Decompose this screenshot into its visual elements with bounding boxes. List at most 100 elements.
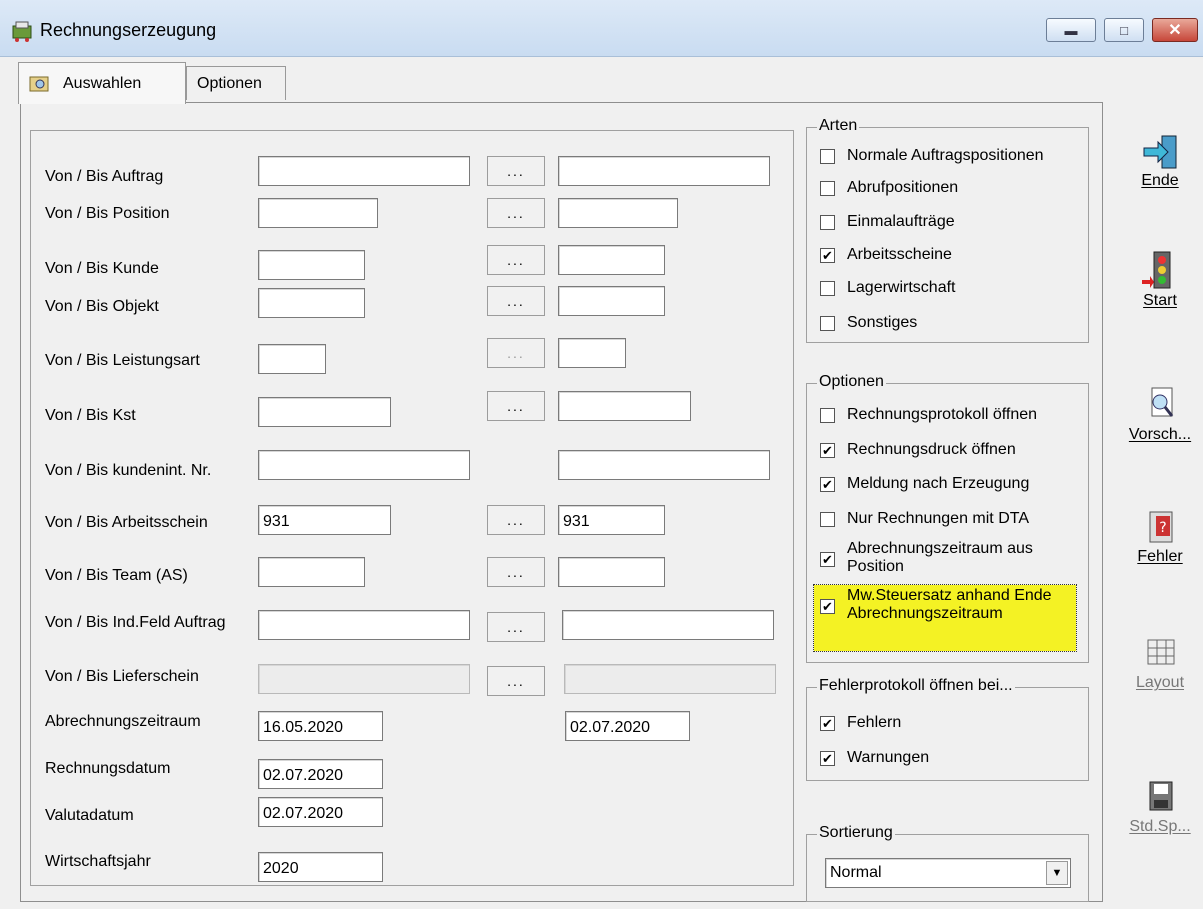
svg-text:?: ? [1159, 520, 1166, 536]
checkbox-sonstiges[interactable]: Sonstiges [820, 314, 917, 332]
indfeld-browse-button[interactable]: ... [487, 612, 545, 642]
minimize-button[interactable]: ▬ [1046, 18, 1096, 42]
field-label: Von / Bis Kst [45, 407, 136, 424]
objekt-browse-button[interactable]: ... [487, 286, 545, 316]
leistungsart-to-input[interactable] [558, 338, 626, 368]
abrechnung-from-input[interactable] [258, 711, 383, 741]
kunde-browse-button[interactable]: ... [487, 245, 545, 275]
error-icon: ? [1149, 511, 1173, 543]
team-browse-button[interactable]: ... [487, 557, 545, 587]
ende-button[interactable]: Ende [1118, 132, 1202, 190]
checkbox-box[interactable] [820, 280, 835, 296]
checkbox-label: Mw.Steuersatz anhand Ende Abrechnungszeit… [847, 587, 1052, 622]
checkbox-label: Rechnungsdruck öffnen [847, 441, 1016, 458]
std-speichern-label: Std.Sp... [1129, 818, 1191, 835]
arbeitsschein-browse-button[interactable]: ... [487, 505, 545, 535]
leistungsart-browse-button[interactable]: ... [487, 338, 545, 368]
checkbox-warnungen[interactable]: ✔ Warnungen [820, 749, 929, 767]
kst-to-input[interactable] [558, 391, 691, 421]
fehler-label: Fehler [1137, 548, 1183, 565]
checkbox-meldung[interactable]: ✔ Meldung nach Erzeugung [820, 475, 1029, 493]
checkbox-box[interactable] [820, 407, 835, 423]
lieferschein-to-input[interactable] [564, 664, 776, 694]
tab-auswahlen[interactable]: Auswahlen [18, 62, 186, 104]
checkbox-label: Warnungen [847, 749, 930, 766]
checkbox-abrufpositionen[interactable]: Abrufpositionen [820, 179, 958, 197]
maximize-button[interactable]: □ [1104, 18, 1144, 42]
checkbox-box[interactable]: ✔ [820, 442, 835, 458]
kst-from-input[interactable] [258, 397, 391, 427]
checkbox-normale-auftragspositionen[interactable]: Normale Auftragspositionen [820, 147, 1044, 165]
lieferschein-from-input[interactable] [258, 664, 470, 694]
checkbox-box[interactable]: ✔ [820, 247, 835, 263]
checkbox-box[interactable]: ✔ [820, 750, 835, 766]
kundenint-from-input[interactable] [258, 450, 470, 480]
checkbox-box[interactable] [820, 511, 835, 527]
checkbox-rechnungsdruck[interactable]: ✔ Rechnungsdruck öffnen [820, 441, 1016, 459]
layout-label: Layout [1135, 674, 1185, 691]
abrechnung-to-input[interactable] [565, 711, 690, 741]
tab-optionen[interactable]: Optionen [186, 66, 286, 100]
checkbox-box[interactable]: ✔ [820, 715, 835, 731]
team-to-input[interactable] [558, 557, 665, 587]
checkbox-label: Fehlern [847, 714, 902, 731]
auftrag-browse-button[interactable]: ... [487, 156, 545, 186]
tab-label: Auswahlen [63, 74, 142, 92]
indfeld-from-input[interactable] [258, 610, 470, 640]
close-icon: ✕ [1168, 22, 1182, 39]
auftrag-from-input[interactable] [258, 156, 470, 186]
checkbox-box[interactable]: ✔ [820, 552, 835, 567]
field-label: Von / Bis Position [45, 205, 170, 222]
title-bar: Rechnungserzeugung ▬ □ ✕ [0, 0, 1203, 57]
fehler-button[interactable]: ? Fehler [1118, 508, 1202, 566]
kunde-to-input[interactable] [558, 245, 665, 275]
std-speichern-button[interactable]: Std.Sp... [1118, 778, 1202, 836]
checkbox-box[interactable]: ✔ [820, 599, 835, 614]
checkbox-arbeitsscheine[interactable]: ✔ Arbeitsscheine [820, 246, 952, 264]
checkbox-fehlern[interactable]: ✔ Fehlern [820, 714, 901, 732]
wirtschaftsjahr-input[interactable] [258, 852, 383, 882]
position-from-input[interactable] [258, 198, 378, 228]
position-to-input[interactable] [558, 198, 678, 228]
field-label: Von / Bis Team (AS) [45, 567, 188, 584]
kundenint-to-input[interactable] [558, 450, 770, 480]
vorschau-button[interactable]: Vorsch... [1118, 386, 1202, 444]
start-label: Start [1143, 292, 1177, 309]
kunde-from-input[interactable] [258, 250, 365, 280]
checkbox-box[interactable] [820, 315, 835, 331]
field-label: Von / Bis Lieferschein [45, 668, 199, 685]
lieferschein-browse-button[interactable]: ... [487, 666, 545, 696]
checkbox-rechnungsprotokoll[interactable]: Rechnungsprotokoll öffnen [820, 406, 1037, 424]
checkbox-lagerwirtschaft[interactable]: Lagerwirtschaft [820, 279, 956, 297]
team-from-input[interactable] [258, 557, 365, 587]
valutadatum-input[interactable] [258, 797, 383, 827]
checkbox-label: Normale Auftragspositionen [847, 147, 1044, 164]
objekt-from-input[interactable] [258, 288, 365, 318]
arbeitsschein-from-input[interactable] [258, 505, 391, 535]
layout-button[interactable]: Layout [1118, 634, 1202, 692]
checkbox-box[interactable] [820, 214, 835, 230]
arbeitsschein-to-input[interactable] [558, 505, 665, 535]
chevron-down-icon[interactable]: ▼ [1046, 861, 1068, 885]
start-button[interactable]: Start [1118, 250, 1202, 310]
rechnungsdatum-input[interactable] [258, 759, 383, 789]
checkbox-einmalauftraege[interactable]: Einmalaufträge [820, 213, 955, 231]
sortierung-select[interactable]: Normal ▼ [825, 858, 1071, 888]
checkbox-box[interactable]: ✔ [820, 476, 835, 492]
maximize-icon: □ [1120, 22, 1128, 38]
exit-door-icon [1143, 135, 1177, 169]
checkbox-box[interactable] [820, 180, 835, 196]
checkbox-box[interactable] [820, 148, 835, 164]
kst-browse-button[interactable]: ... [487, 391, 545, 421]
vorschau-label: Vorsch... [1128, 426, 1192, 443]
checkbox-label: Einmalaufträge [847, 213, 955, 230]
close-button[interactable]: ✕ [1152, 18, 1198, 42]
auftrag-to-input[interactable] [558, 156, 770, 186]
field-label: Von / Bis Kunde [45, 260, 159, 277]
leistungsart-from-input[interactable] [258, 344, 326, 374]
checkbox-nur-dta[interactable]: Nur Rechnungen mit DTA [820, 510, 1029, 528]
position-browse-button[interactable]: ... [487, 198, 545, 228]
objekt-to-input[interactable] [558, 286, 665, 316]
indfeld-to-input[interactable] [562, 610, 774, 640]
tab-label: Optionen [197, 74, 262, 92]
